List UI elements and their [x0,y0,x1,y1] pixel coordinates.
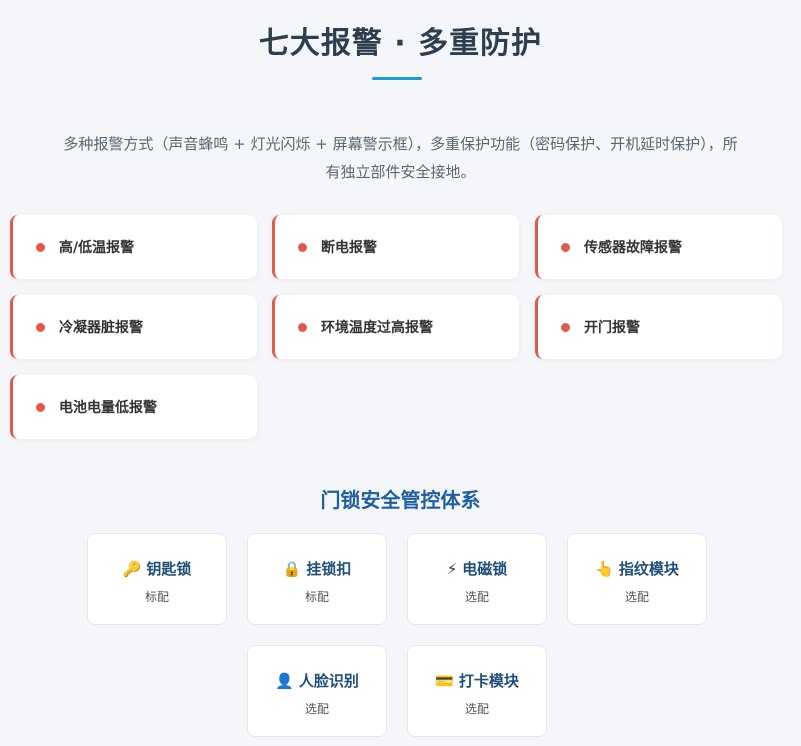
alarm-card: 电池电量低报警 [10,375,257,439]
alarm-dot-icon [36,322,45,332]
lock-tag: 选配 [624,590,649,604]
alarm-card: 环境温度过高报警 [272,295,519,359]
alarm-label: 电池电量低报警 [59,400,157,416]
lock-tag: 标配 [144,590,169,604]
alarm-dot-icon [561,242,570,252]
lock-card-electromagnetic: ⚡ 电磁锁 选配 [407,533,547,625]
lock-card-fingerprint: 👆 指纹模块 选配 [567,533,707,625]
alarm-card: 高/低温报警 [10,215,257,279]
lock-card-padlock: 🔒 挂锁扣 标配 [247,533,387,625]
lock-name: 打卡模块 [458,672,519,690]
alarm-dot-icon [36,242,45,252]
lightning-icon: ⚡ [446,559,458,578]
title-underline [372,77,422,80]
alarm-dot-icon [298,322,307,332]
lock-name: 人脸识别 [298,672,359,690]
pointing-hand-icon: 👆 [595,559,614,578]
lock-section-title: 门锁安全管控体系 [320,488,481,512]
alarm-dot-icon [561,322,570,332]
card-icon: 💳 [435,671,454,690]
alarm-grid: 高/低温报警 断电报警 传感器故障报警 冷凝器脏报警 环境温度过高报警 开门报警… [10,215,782,439]
lock-name: 电磁锁 [462,560,508,578]
lock-tag: 选配 [464,590,489,604]
page: 七大报警 · 多重防护 多种报警方式（声音蜂鸣 + 灯光闪烁 + 屏幕警示框），… [0,0,801,746]
alarm-label: 断电报警 [321,240,377,256]
alarm-card: 断电报警 [272,215,519,279]
lock-name: 指纹模块 [618,560,679,578]
person-icon: 👤 [275,671,294,690]
lock-card-key: 🔑 钥匙锁 标配 [87,533,227,625]
alarm-label: 环境温度过高报警 [321,320,433,336]
alarm-card: 冷凝器脏报警 [10,295,257,359]
alarm-label: 传感器故障报警 [584,240,682,256]
page-title: 七大报警 · 多重防护 [258,26,543,61]
lock-tag: 标配 [304,590,329,604]
lock-tag: 选配 [304,702,329,716]
alarm-dot-icon [298,242,307,252]
page-description: 多种报警方式（声音蜂鸣 + 灯光闪烁 + 屏幕警示框），多重保护功能（密码保护、… [63,135,738,181]
alarm-card: 传感器故障报警 [535,215,782,279]
lock-name: 钥匙锁 [146,560,192,578]
alarm-dot-icon [36,402,45,412]
lock-card-card: 💳 打卡模块 选配 [407,645,547,737]
alarm-label: 开门报警 [584,320,640,336]
key-icon: 🔑 [122,559,142,578]
alarm-label: 冷凝器脏报警 [59,320,143,336]
alarm-card: 开门报警 [535,295,782,359]
padlock-icon: 🔒 [282,559,302,578]
lock-card-face: 👤 人脸识别 选配 [247,645,387,737]
lock-tag: 选配 [464,702,489,716]
lock-name: 挂锁扣 [306,560,352,578]
alarm-label: 高/低温报警 [59,240,135,256]
